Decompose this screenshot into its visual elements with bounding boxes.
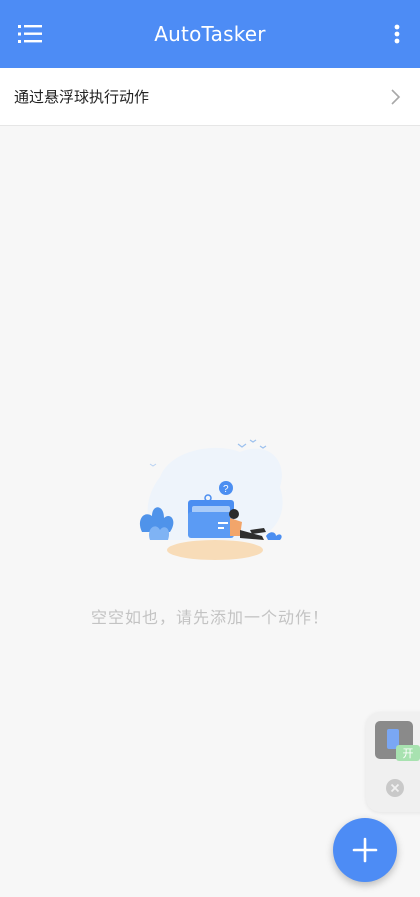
floating-ball-status-badge: 开 — [396, 745, 420, 761]
empty-folder-illustration: ? — [130, 432, 290, 567]
top-app-bar: AutoTasker — [0, 0, 420, 68]
list-item-floating-ball-action[interactable]: 通过悬浮球执行动作 — [0, 68, 420, 126]
empty-state-message: 空空如也，请先添加一个动作！ — [90, 608, 329, 627]
svg-text:?: ? — [223, 484, 229, 495]
list-item-label: 通过悬浮球执行动作 — [14, 88, 150, 106]
app-title: AutoTasker — [154, 22, 266, 46]
add-action-button[interactable] — [333, 818, 397, 882]
plus-icon — [352, 837, 378, 863]
more-vert-icon[interactable] — [390, 20, 404, 48]
close-circle-icon[interactable] — [384, 777, 406, 799]
floating-ball-panel[interactable]: 开 — [366, 712, 420, 812]
list-menu-icon[interactable] — [14, 20, 46, 48]
chevron-right-icon — [390, 88, 402, 106]
